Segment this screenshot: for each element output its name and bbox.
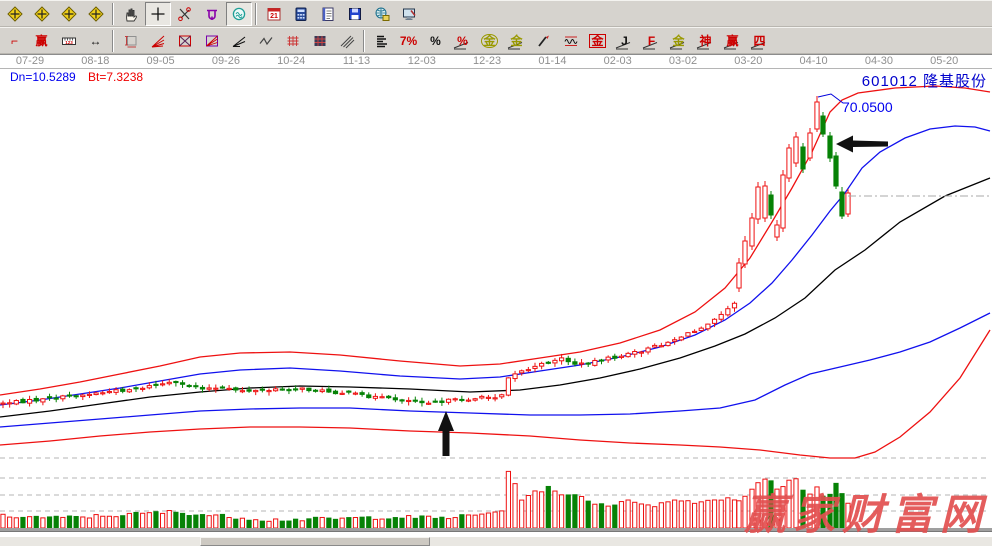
gold-box-tool-icon: 金 [589,34,605,48]
indicator-bt-value: Bt=7.3238 [88,70,143,84]
chart-canvas[interactable] [0,0,992,546]
clipped-tool-icon: ⌐ [11,35,18,47]
shen-angle-tool-icon: 神 [699,35,711,47]
watermark: 赢家财富网 [744,494,989,536]
percent-seven-tool-icon: 7% [400,35,417,47]
peak-price-label: 70.0500 [842,99,893,115]
f-angle-tool-icon: F [648,35,655,47]
j-angle-tool-icon: J [621,35,628,47]
percent-tool-icon: % [430,35,441,47]
win-angle-tool-icon: 赢 [726,35,738,47]
gold-coin-tool-icon: 金 [481,34,497,48]
win-lines-tool-icon: 赢 [35,35,47,47]
gold-line-tool-icon: 金 [510,35,522,47]
stock-title: 601012 隆基股份 [862,70,987,91]
measure-width-tool-icon: ↔ [90,35,102,47]
si-angle-tool-icon: 四 [753,35,765,47]
indicator-dn-value: Dn=10.5289 [10,70,76,84]
app-window: 21 ⌐赢123↔7%%%金金金JF金神赢四 07-2908-1809-0509… [0,0,992,546]
percent-lines-tool-icon: % [457,35,468,47]
gold-angle-tool-icon: 金 [672,35,684,47]
scrollbar-thumb[interactable] [200,537,430,546]
